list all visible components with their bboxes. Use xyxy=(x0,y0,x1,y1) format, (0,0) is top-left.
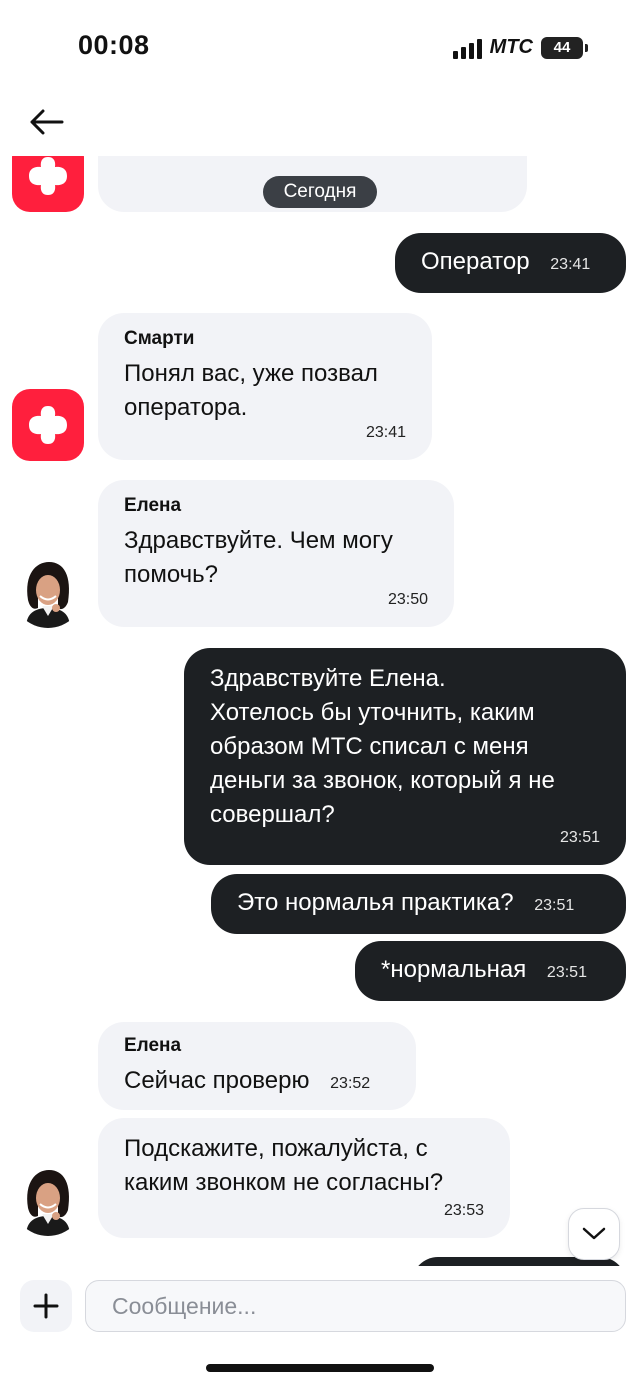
message-bubble-outgoing[interactable]: Здравствуйте Елена. Хотелось бы уточнить… xyxy=(184,648,626,865)
message-bubble-incoming[interactable]: Смарти Понял вас, уже позвал оператора. … xyxy=(98,313,432,460)
battery-tip xyxy=(585,43,588,52)
message-bubble-incoming[interactable]: Елена Здравствуйте. Чем могу помочь? 23:… xyxy=(98,480,454,627)
battery-icon: 44 xyxy=(541,36,583,59)
sender-name: Смарти xyxy=(124,328,195,349)
back-button[interactable] xyxy=(26,104,66,140)
avatar-elena xyxy=(12,1164,84,1236)
message-input[interactable] xyxy=(85,1280,626,1332)
message-text: Здравствуйте. Чем могу помочь? xyxy=(124,527,393,588)
message-text: *нормальная xyxy=(381,956,527,983)
status-time: 00:08 xyxy=(78,30,150,60)
avatar-smarty xyxy=(12,156,84,212)
message-time: 23:52 xyxy=(330,1075,371,1092)
avatar-smarty xyxy=(12,389,84,461)
message-time: 23:50 xyxy=(387,591,428,608)
status-bar: 00:08 MTC 44 xyxy=(0,0,640,96)
chevron-down-icon xyxy=(582,1227,606,1240)
sender-name: Елена xyxy=(124,1035,182,1056)
message-time: 23:53 xyxy=(443,1202,484,1219)
plus-icon xyxy=(33,1293,59,1319)
composer xyxy=(0,1266,640,1388)
operator-photo-icon xyxy=(12,556,84,628)
mts-logo-icon xyxy=(29,157,67,195)
message-time: 23:51 xyxy=(546,964,587,981)
message-bubble-incoming[interactable]: Подскажите, пожалуйста, с каким звонком … xyxy=(98,1118,510,1238)
message-text: Оператор xyxy=(421,248,530,275)
sender-name: Елена xyxy=(124,495,182,516)
message-text: Понял вас, уже позвал оператора. xyxy=(124,360,378,421)
message-text: Здравствуйте Елена. Хотелось бы уточнить… xyxy=(210,665,555,828)
chat-area[interactable]: Сегодня Оператор 23:41 Смарти Понял вас,… xyxy=(0,156,640,1266)
message-text: Это нормалья практика? xyxy=(237,889,514,916)
message-time: 23:51 xyxy=(534,897,575,914)
message-bubble-incoming[interactable]: Елена Сейчас проверю 23:52 xyxy=(98,1022,416,1110)
message-time: 23:41 xyxy=(365,424,406,441)
message-bubble-outgoing[interactable]: *нормальная 23:51 xyxy=(355,941,626,1001)
attach-button[interactable] xyxy=(20,1280,72,1332)
message-text: Сейчас проверю xyxy=(124,1067,310,1094)
message-text: Подскажите, пожалуйста, с каким звонком … xyxy=(124,1135,444,1196)
status-icons: MTC 44 xyxy=(452,36,588,59)
message-bubble-outgoing[interactable]: Оператор 23:41 xyxy=(395,233,626,293)
avatar-elena xyxy=(12,556,84,628)
scroll-down-button[interactable] xyxy=(568,1208,620,1260)
message-time: 23:41 xyxy=(550,256,591,273)
arrow-left-icon xyxy=(30,109,64,135)
home-indicator xyxy=(206,1364,434,1372)
signal-icon xyxy=(452,37,482,59)
carrier-label: MTC xyxy=(489,36,533,58)
operator-photo-icon xyxy=(12,1164,84,1236)
date-divider: Сегодня xyxy=(263,176,377,208)
mts-logo-icon xyxy=(29,406,67,444)
message-bubble-outgoing[interactable]: Это нормалья практика? 23:51 xyxy=(211,874,626,934)
message-time: 23:51 xyxy=(559,829,600,846)
